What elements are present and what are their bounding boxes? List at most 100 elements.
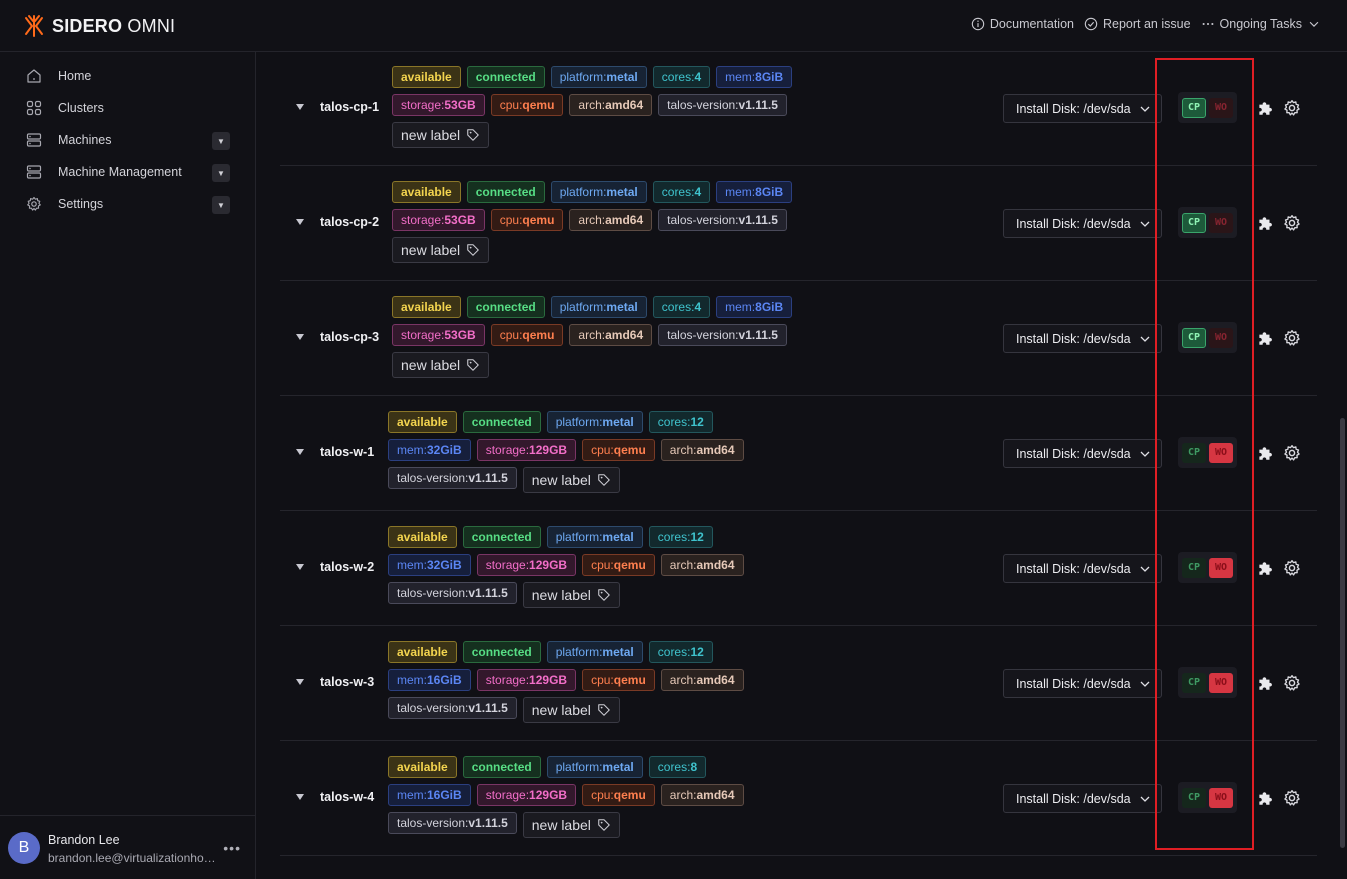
gear-icon[interactable]	[1283, 674, 1301, 692]
label-cpu[interactable]: cpu: qemu	[582, 669, 655, 691]
role-wo-button[interactable]: WO	[1209, 327, 1233, 348]
label-talos-version[interactable]: talos-version: v1.11.5	[388, 697, 517, 719]
role-wo-button[interactable]: WO	[1209, 97, 1233, 118]
label-available[interactable]: available	[388, 756, 457, 778]
label-arch[interactable]: arch: amd64	[660, 669, 744, 691]
label-cores[interactable]: cores: 12	[648, 411, 713, 433]
gear-icon[interactable]	[1283, 559, 1301, 577]
label-platform[interactable]: platform: metal	[550, 66, 647, 88]
label-connected[interactable]: connected	[462, 641, 541, 663]
install-disk-select[interactable]: Install Disk: /dev/sda	[1003, 439, 1162, 468]
role-cp-button[interactable]: CP	[1182, 672, 1206, 693]
expand-row-icon[interactable]	[296, 449, 304, 455]
role-cp-button[interactable]: CP	[1182, 442, 1206, 463]
expand-caret-icon[interactable]: ▼	[212, 132, 230, 150]
install-disk-select[interactable]: Install Disk: /dev/sda	[1003, 554, 1162, 583]
puzzle-icon[interactable]	[1256, 329, 1274, 347]
documentation-link[interactable]: Documentation	[971, 17, 1074, 31]
puzzle-icon[interactable]	[1256, 99, 1274, 117]
user-menu-icon[interactable]: •••	[223, 840, 241, 856]
sidebar-item-machines[interactable]: Machines ▼	[0, 124, 255, 156]
label-cores[interactable]: cores: 8	[648, 756, 707, 778]
avatar[interactable]: B	[8, 832, 40, 864]
sidebar-item-clusters[interactable]: Clusters	[0, 92, 255, 124]
label-mem[interactable]: mem: 8GiB	[716, 181, 793, 203]
sidebar-item-settings[interactable]: Settings ▼	[0, 188, 255, 220]
expand-caret-icon[interactable]: ▼	[212, 164, 230, 182]
machine-name[interactable]: talos-w-4	[320, 790, 374, 804]
label-available[interactable]: available	[388, 526, 457, 548]
machine-name[interactable]: talos-w-2	[320, 560, 374, 574]
label-cores[interactable]: cores: 4	[652, 181, 711, 203]
label-storage[interactable]: storage: 129GB	[476, 784, 577, 806]
label-available[interactable]: available	[392, 296, 461, 318]
label-storage[interactable]: storage: 53GB	[392, 209, 485, 231]
puzzle-icon[interactable]	[1256, 444, 1274, 462]
label-talos-version[interactable]: talos-version: v1.11.5	[658, 94, 787, 116]
expand-row-icon[interactable]	[296, 104, 304, 110]
gear-icon[interactable]	[1283, 444, 1301, 462]
label-mem[interactable]: mem: 8GiB	[716, 296, 793, 318]
label-storage[interactable]: storage: 129GB	[476, 669, 577, 691]
machine-name[interactable]: talos-cp-1	[320, 100, 379, 114]
role-wo-button[interactable]: WO	[1209, 787, 1233, 808]
label-platform[interactable]: platform: metal	[546, 756, 643, 778]
new-label-button[interactable]: new label	[522, 467, 620, 493]
label-available[interactable]: available	[392, 181, 461, 203]
label-arch[interactable]: arch: amd64	[569, 324, 653, 346]
puzzle-icon[interactable]	[1256, 789, 1274, 807]
sidebar-item-machine-management[interactable]: Machine Management ▼	[0, 156, 255, 188]
label-storage[interactable]: storage: 53GB	[392, 324, 485, 346]
install-disk-select[interactable]: Install Disk: /dev/sda	[1003, 209, 1162, 238]
report-issue-link[interactable]: Report an issue	[1084, 17, 1191, 31]
label-arch[interactable]: arch: amd64	[660, 784, 744, 806]
label-arch[interactable]: arch: amd64	[569, 94, 653, 116]
label-cores[interactable]: cores: 12	[648, 526, 713, 548]
gear-icon[interactable]	[1283, 214, 1301, 232]
role-cp-button[interactable]: CP	[1182, 212, 1206, 233]
role-wo-button[interactable]: WO	[1209, 672, 1233, 693]
label-connected[interactable]: connected	[462, 526, 541, 548]
install-disk-select[interactable]: Install Disk: /dev/sda	[1003, 94, 1162, 123]
label-talos-version[interactable]: talos-version: v1.11.5	[658, 209, 787, 231]
label-mem[interactable]: mem: 16GiB	[388, 669, 471, 691]
label-arch[interactable]: arch: amd64	[660, 554, 744, 576]
new-label-button[interactable]: new label	[522, 812, 620, 838]
install-disk-select[interactable]: Install Disk: /dev/sda	[1003, 324, 1162, 353]
role-wo-button[interactable]: WO	[1209, 212, 1233, 233]
role-cp-button[interactable]: CP	[1182, 557, 1206, 578]
label-available[interactable]: available	[392, 66, 461, 88]
label-cpu[interactable]: cpu: qemu	[582, 439, 655, 461]
puzzle-icon[interactable]	[1256, 674, 1274, 692]
label-cores[interactable]: cores: 4	[652, 296, 711, 318]
label-available[interactable]: available	[388, 641, 457, 663]
label-storage[interactable]: storage: 129GB	[476, 439, 577, 461]
puzzle-icon[interactable]	[1256, 214, 1274, 232]
label-cpu[interactable]: cpu: qemu	[582, 784, 655, 806]
label-cpu[interactable]: cpu: qemu	[582, 554, 655, 576]
gear-icon[interactable]	[1283, 329, 1301, 347]
machine-name[interactable]: talos-cp-3	[320, 330, 379, 344]
label-connected[interactable]: connected	[466, 66, 545, 88]
gear-icon[interactable]	[1283, 99, 1301, 117]
label-talos-version[interactable]: talos-version: v1.11.5	[388, 812, 517, 834]
role-cp-button[interactable]: CP	[1182, 327, 1206, 348]
label-cpu[interactable]: cpu: qemu	[490, 324, 564, 346]
scrollbar[interactable]	[1340, 418, 1345, 848]
label-platform[interactable]: platform: metal	[546, 411, 643, 433]
label-mem[interactable]: mem: 8GiB	[716, 66, 793, 88]
label-arch[interactable]: arch: amd64	[660, 439, 744, 461]
label-platform[interactable]: platform: metal	[546, 641, 643, 663]
sidebar-item-home[interactable]: Home	[0, 60, 255, 92]
new-label-button[interactable]: new label	[522, 582, 620, 608]
machine-name[interactable]: talos-w-3	[320, 675, 374, 689]
new-label-button[interactable]: new label	[392, 237, 490, 263]
role-cp-button[interactable]: CP	[1182, 787, 1206, 808]
label-storage[interactable]: storage: 129GB	[476, 554, 577, 576]
gear-icon[interactable]	[1283, 789, 1301, 807]
label-platform[interactable]: platform: metal	[550, 296, 647, 318]
label-arch[interactable]: arch: amd64	[569, 209, 653, 231]
label-connected[interactable]: connected	[462, 756, 541, 778]
label-platform[interactable]: platform: metal	[546, 526, 643, 548]
label-connected[interactable]: connected	[462, 411, 541, 433]
